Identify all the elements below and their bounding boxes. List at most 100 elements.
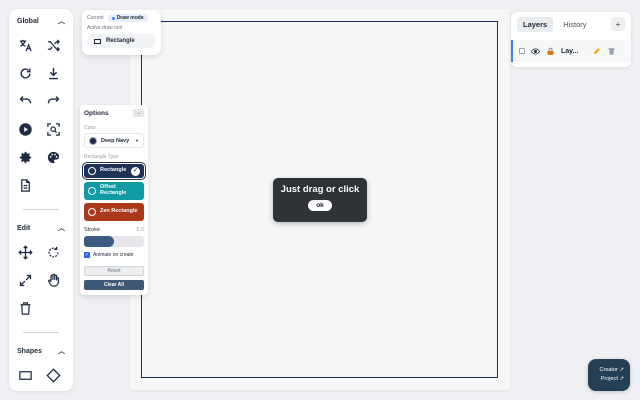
type-offset-rectangle-button[interactable]: Offset Rectangle <box>84 182 144 200</box>
circle-outline-icon <box>88 208 96 216</box>
chevron-up-icon: ︿ <box>58 348 65 355</box>
refresh-icon <box>19 67 31 79</box>
layer-row[interactable]: Lay... <box>511 40 631 62</box>
creator-link[interactable]: Creator ↗ <box>594 366 624 375</box>
color-swatch <box>89 136 97 145</box>
document-icon <box>20 178 30 192</box>
diamond-tool-button[interactable] <box>39 361 67 389</box>
undo-button[interactable] <box>11 87 39 115</box>
type-rectangle-button[interactable]: Rectangle ✓ <box>82 162 146 180</box>
layers-panel: Layers History + Lay... <box>511 12 631 67</box>
shuffle-icon <box>47 38 60 52</box>
animate-checkbox[interactable]: ✓ <box>84 252 90 258</box>
expand-icon <box>19 274 31 286</box>
shapes-section-header[interactable]: Shapes ︿ <box>9 341 73 361</box>
type-label: Rectangle <box>100 167 127 174</box>
download-icon <box>48 67 58 79</box>
tab-layers[interactable]: Layers <box>517 16 554 32</box>
redo-icon <box>47 95 59 103</box>
delete-button[interactable] <box>11 294 39 322</box>
pencil-icon[interactable] <box>592 47 601 56</box>
type-label: Offset Rectangle <box>100 184 127 196</box>
circle-outline-icon <box>88 187 96 195</box>
current-mode-row: Current Draw mode <box>87 14 156 22</box>
panel-tabs: Layers History + <box>511 12 631 36</box>
global-section-title: Global <box>17 17 39 25</box>
active-tool-name: Rectangle <box>106 38 135 44</box>
translate-button[interactable] <box>11 31 39 59</box>
global-section-header[interactable]: Global ︿ <box>9 11 73 31</box>
active-tool-label: Active draw tool <box>87 25 123 31</box>
circle-tool-button[interactable] <box>39 389 67 391</box>
eye-icon[interactable] <box>531 47 540 56</box>
rectangle-type-label: Rectangle Type <box>84 154 119 160</box>
lock-icon[interactable] <box>546 47 555 56</box>
mode-text: Draw mode <box>116 15 144 21</box>
stroke-slider[interactable] <box>84 236 144 247</box>
translate-icon <box>19 39 32 51</box>
shape-tools <box>9 361 73 391</box>
chevron-up-icon: ︿ <box>58 225 65 232</box>
mode-badge: Draw mode <box>107 14 148 22</box>
animate-label: Animate on create <box>93 252 134 258</box>
circle-outline-icon <box>88 167 96 175</box>
edit-tools <box>9 238 73 322</box>
document-button[interactable] <box>11 171 39 199</box>
color-value: Deep Navy <box>101 137 130 144</box>
options-title: Options <box>84 109 109 117</box>
zoom-fit-button[interactable] <box>39 115 67 143</box>
move-button[interactable] <box>11 238 39 266</box>
rotate-icon <box>48 246 59 258</box>
collapse-button[interactable]: → <box>133 109 144 117</box>
redo-button[interactable] <box>39 87 67 115</box>
color-label: Color <box>84 125 96 131</box>
theme-button[interactable] <box>39 143 67 171</box>
refresh-button[interactable] <box>11 59 39 87</box>
tab-history[interactable]: History <box>557 17 592 32</box>
type-zen-rectangle-button[interactable]: Zen Rectangle <box>84 203 144 221</box>
edit-section-title: Edit <box>17 224 31 232</box>
stroke-slider-fill <box>84 236 114 247</box>
arrow-right-icon: → <box>136 110 141 116</box>
options-header: Options → <box>84 109 144 117</box>
edit-section-header[interactable]: Edit ︿ <box>9 218 73 238</box>
stroke-label: Stroke <box>84 227 100 233</box>
resize-button[interactable] <box>11 266 39 294</box>
caret-down-icon: ▼ <box>135 138 139 143</box>
current-label: Current <box>87 15 104 21</box>
play-circle-icon <box>18 122 32 136</box>
stroke-value: 5.0 <box>136 227 144 233</box>
reset-button[interactable]: Reset <box>84 266 144 276</box>
toast-ok-button[interactable]: ok <box>308 200 332 211</box>
undo-icon <box>19 95 31 103</box>
layer-select-checkbox[interactable] <box>519 48 525 54</box>
zoom-scan-icon <box>46 122 60 136</box>
animate-row[interactable]: ✓ Animate on create <box>84 252 144 258</box>
trash-icon[interactable] <box>607 47 616 56</box>
rectangle-icon <box>94 38 101 44</box>
rectangle-tool-button[interactable] <box>11 361 39 389</box>
shuffle-button[interactable] <box>39 31 67 59</box>
chevron-up-icon: ︿ <box>58 18 65 25</box>
color-select[interactable]: Deep Navy ▼ <box>84 133 144 148</box>
stroke-row: Stroke 5.0 <box>84 227 144 233</box>
add-layer-button[interactable]: + <box>611 17 625 31</box>
settings-button[interactable] <box>11 143 39 171</box>
gear-icon <box>19 151 31 163</box>
play-button[interactable] <box>11 115 39 143</box>
layer-name: Lay... <box>561 47 579 55</box>
section-divider <box>23 209 59 210</box>
pan-button[interactable] <box>39 266 67 294</box>
project-link[interactable]: Project ↗ <box>594 375 624 384</box>
palette-icon <box>47 151 59 163</box>
diamond-icon <box>45 367 61 383</box>
download-button[interactable] <box>39 59 67 87</box>
section-divider <box>23 332 59 333</box>
rotate-button[interactable] <box>39 238 67 266</box>
global-tools <box>9 31 73 199</box>
creator-badge[interactable]: Creator ↗ Project ↗ <box>588 359 630 391</box>
options-panel: Options → Color Deep Navy ▼ Rectangle Ty… <box>80 105 148 295</box>
wave-tool-button[interactable] <box>11 389 39 391</box>
mode-dot-icon <box>111 16 115 20</box>
clear-all-button[interactable]: Clear All <box>84 280 144 290</box>
